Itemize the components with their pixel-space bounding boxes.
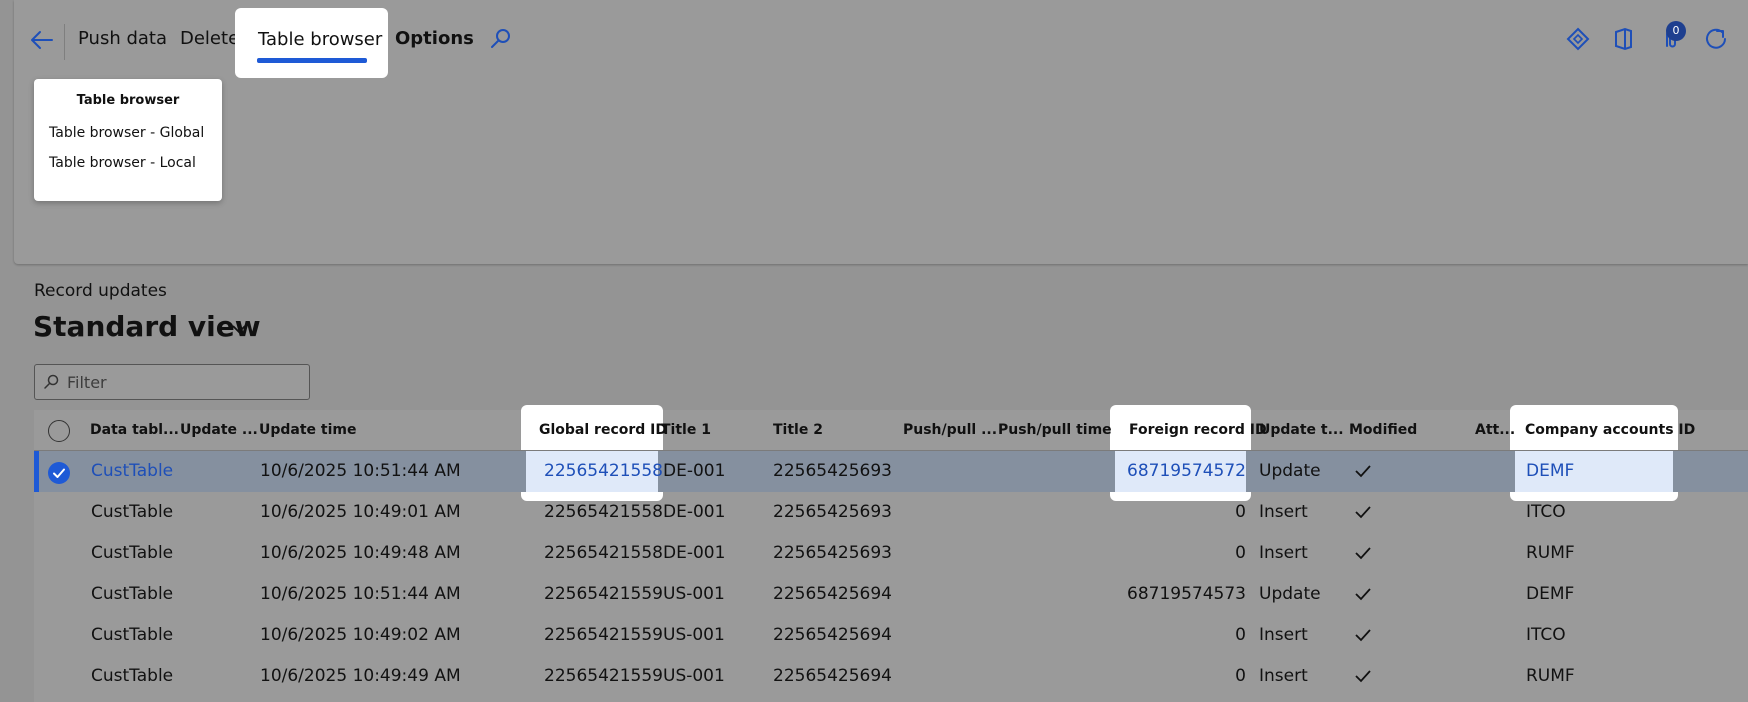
- cell-title-2: 22565425693: [773, 543, 892, 563]
- table-row[interactable]: CustTable 10/6/2025 10:51:44 AM 22565421…: [34, 451, 1748, 492]
- col-data-table[interactable]: Data tabl...: [90, 422, 179, 438]
- cell-title-1: DE-001: [663, 543, 726, 563]
- cell-global-record-id[interactable]: 22565421558: [544, 461, 663, 481]
- cell-update-time: 10/6/2025 10:49:01 AM: [260, 502, 461, 522]
- cell-data-table: CustTable: [91, 666, 174, 686]
- cell-company-accounts-id: RUMF: [1526, 543, 1575, 563]
- modified-check-icon: [1355, 588, 1371, 601]
- cell-update-type: Insert: [1259, 666, 1308, 686]
- diamond-icon[interactable]: [1565, 26, 1591, 52]
- push-data-button[interactable]: Push data: [78, 28, 167, 49]
- cell-data-table: CustTable: [91, 502, 174, 522]
- chevron-down-icon[interactable]: [230, 322, 248, 336]
- cell-foreign-record-id: 0: [1235, 625, 1246, 645]
- cell-update-time: 10/6/2025 10:49:02 AM: [260, 625, 461, 645]
- cell-title-2: 22565425694: [773, 666, 892, 686]
- active-tab-indicator: [257, 58, 367, 63]
- cell-data-table[interactable]: CustTable: [91, 461, 173, 481]
- office-icon[interactable]: [1611, 26, 1637, 52]
- tab-table-browser-label: Table browser: [258, 29, 383, 50]
- table-row[interactable]: CustTable 10/6/2025 10:49:48 AM 22565421…: [34, 533, 1748, 574]
- col-foreign-record-id[interactable]: Foreign record ID: [1129, 422, 1267, 438]
- col-modified[interactable]: Modified: [1349, 422, 1417, 438]
- filter-box[interactable]: [34, 364, 310, 400]
- modified-check-icon: [1355, 670, 1371, 683]
- notification-badge: 0: [1666, 21, 1686, 41]
- cell-data-table: CustTable: [91, 625, 174, 645]
- back-arrow-icon[interactable]: [28, 26, 56, 54]
- cell-company-accounts-id: ITCO: [1526, 625, 1566, 645]
- cell-foreign-record-id: 0: [1235, 666, 1246, 686]
- tab-table-browser[interactable]: Table browser: [235, 8, 388, 78]
- cell-title-1: US-001: [663, 666, 725, 686]
- section-title: Record updates: [34, 281, 167, 301]
- delete-button[interactable]: Delete: [180, 28, 239, 49]
- col-push-pull[interactable]: Push/pull ...: [903, 422, 997, 438]
- cell-update-time: 10/6/2025 10:49:49 AM: [260, 666, 461, 686]
- cell-company-accounts-id: ITCO: [1526, 502, 1566, 522]
- cell-global-record-id: 22565421558: [544, 502, 663, 522]
- col-global-record-id[interactable]: Global record ID: [539, 422, 667, 438]
- cell-update-time: 10/6/2025 10:51:44 AM: [260, 584, 461, 604]
- modified-check-icon: [1355, 547, 1371, 560]
- cell-data-table: CustTable: [91, 543, 174, 563]
- cell-title-2: 22565425694: [773, 584, 892, 604]
- col-update-time[interactable]: Update time: [259, 422, 357, 438]
- cell-foreign-record-id[interactable]: 68719574572: [1034, 461, 1246, 481]
- cell-title-2: 22565425694: [773, 625, 892, 645]
- col-attribute[interactable]: Att...: [1475, 422, 1515, 438]
- col-update-type[interactable]: Update t...: [1259, 422, 1344, 438]
- table-row[interactable]: CustTable 10/6/2025 10:49:01 AM 22565421…: [34, 492, 1748, 533]
- col-company-accounts-id[interactable]: Company accounts ID: [1525, 422, 1695, 438]
- col-push-pull-time[interactable]: Push/pull time: [998, 422, 1112, 438]
- cell-global-record-id: 22565421559: [544, 584, 663, 604]
- cell-company-accounts-id: RUMF: [1526, 666, 1575, 686]
- select-all-radio[interactable]: [48, 420, 70, 442]
- table-row[interactable]: CustTable 10/6/2025 10:49:49 AM 22565421…: [34, 656, 1748, 697]
- cell-update-time: 10/6/2025 10:49:48 AM: [260, 543, 461, 563]
- cell-update-type: Update: [1259, 584, 1321, 604]
- cell-title-1: US-001: [663, 584, 725, 604]
- modified-check-icon: [1355, 465, 1371, 478]
- cell-update-time: 10/6/2025 10:51:44 AM: [260, 461, 461, 481]
- modified-check-icon: [1355, 629, 1371, 642]
- cell-title-1: DE-001: [663, 461, 726, 481]
- table-row[interactable]: CustTable 10/6/2025 10:51:44 AM 22565421…: [34, 574, 1748, 615]
- cell-update-type: Insert: [1259, 625, 1308, 645]
- filter-input[interactable]: [65, 368, 305, 396]
- cell-foreign-record-id: 0: [1235, 502, 1246, 522]
- view-title[interactable]: Standard view: [33, 310, 261, 343]
- cell-global-record-id: 22565421559: [544, 625, 663, 645]
- cell-title-2: 22565425693: [773, 461, 892, 481]
- cell-global-record-id: 22565421559: [544, 666, 663, 686]
- cell-title-2: 22565425693: [773, 502, 892, 522]
- col-title-1[interactable]: Title 1: [661, 422, 711, 438]
- cell-update-type: Update: [1259, 461, 1321, 481]
- cell-company-accounts-id: DEMF: [1526, 584, 1575, 604]
- cell-company-accounts-id[interactable]: DEMF: [1526, 461, 1574, 481]
- cell-global-record-id: 22565421558: [544, 543, 663, 563]
- cell-foreign-record-id: 0: [1235, 543, 1246, 563]
- modified-check-icon: [1355, 506, 1371, 519]
- table-browser-menu: Table browser Table browser - Global Tab…: [34, 79, 222, 201]
- cell-title-1: DE-001: [663, 502, 726, 522]
- search-icon: [44, 374, 59, 389]
- menu-item-global[interactable]: Table browser - Global: [49, 125, 204, 141]
- search-icon[interactable]: [490, 28, 512, 50]
- table-row[interactable]: CustTable 10/6/2025 10:49:02 AM 22565421…: [34, 615, 1748, 656]
- cell-update-type: Insert: [1259, 543, 1308, 563]
- cell-update-type: Insert: [1259, 502, 1308, 522]
- menu-header: Table browser: [76, 93, 180, 108]
- cell-data-table: CustTable: [91, 584, 174, 604]
- tab-options[interactable]: Options: [395, 28, 474, 49]
- menu-item-local[interactable]: Table browser - Local: [49, 155, 196, 171]
- col-update[interactable]: Update ...: [180, 422, 258, 438]
- refresh-icon[interactable]: [1703, 26, 1729, 52]
- toolbar-separator: [64, 24, 65, 60]
- cell-title-1: US-001: [663, 625, 725, 645]
- cell-foreign-record-id: 68719574573: [1127, 584, 1246, 604]
- col-title-2[interactable]: Title 2: [773, 422, 823, 438]
